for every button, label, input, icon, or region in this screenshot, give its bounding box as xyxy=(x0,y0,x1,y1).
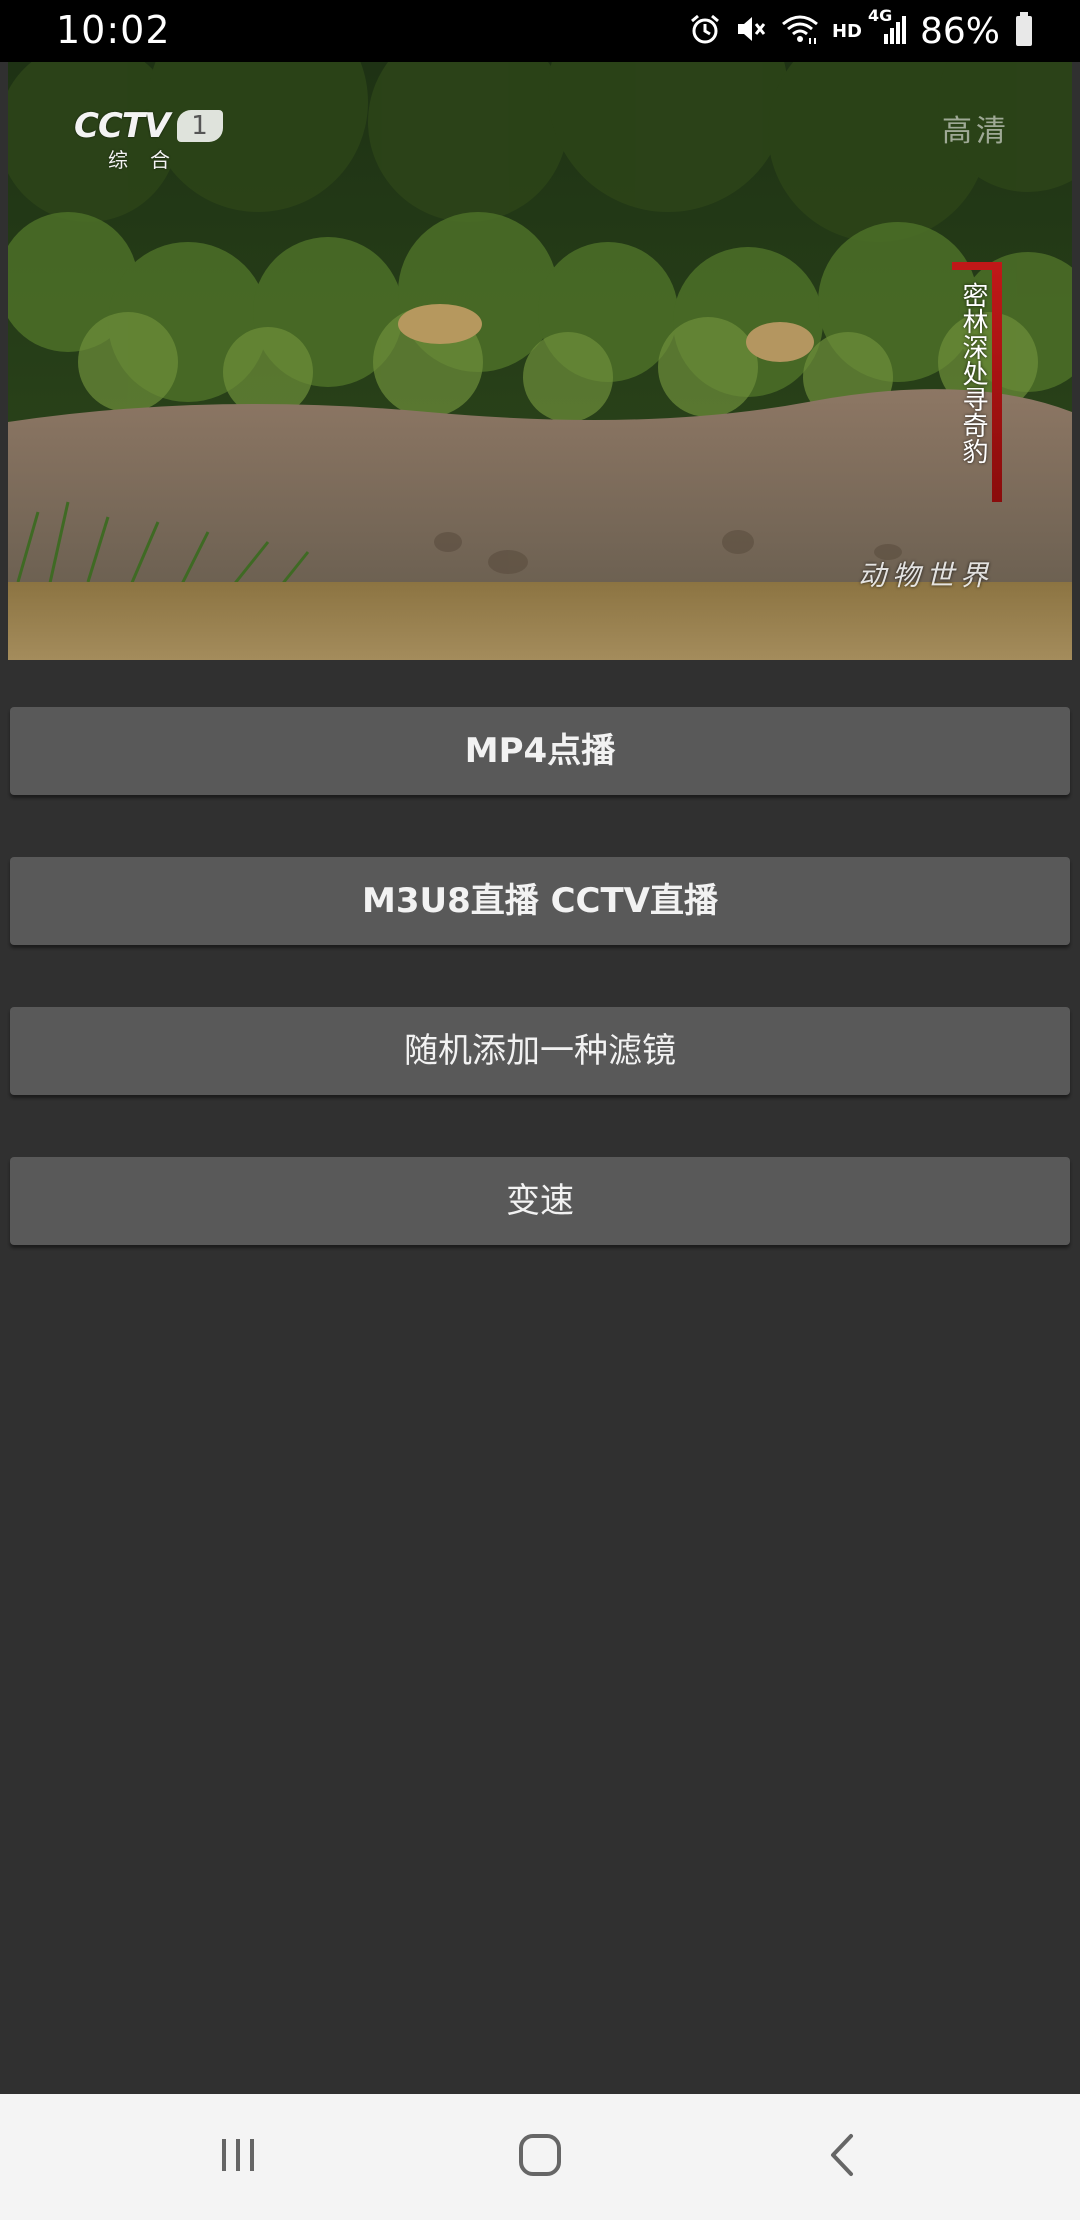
m3u8-live-button[interactable]: M3U8直播 CCTV直播 xyxy=(10,857,1070,945)
program-title: 密林深处寻奇豹 xyxy=(958,282,988,464)
speed-change-button[interactable]: 变速 xyxy=(10,1157,1070,1245)
mp4-vod-button[interactable]: MP4点播 xyxy=(10,707,1070,795)
back-icon xyxy=(827,2132,857,2182)
video-player[interactable]: CCTV 1 综合 高清 密林深处寻奇豹 动物世界 xyxy=(8,62,1072,660)
recents-button[interactable] xyxy=(138,2094,338,2220)
mute-icon xyxy=(734,12,768,50)
battery-icon xyxy=(1016,12,1032,46)
channel-logo: CCTV 1 综合 xyxy=(74,106,223,173)
signal-icon: 4G xyxy=(868,6,908,50)
status-time: 10:02 xyxy=(56,8,171,52)
wifi-icon xyxy=(780,12,820,50)
status-icons: HD 4G 86% xyxy=(688,6,1032,54)
back-button[interactable] xyxy=(742,2094,942,2220)
network-label: 4G xyxy=(867,6,893,25)
battery-percent: 86% xyxy=(919,10,1000,52)
quality-badge: 高清 xyxy=(942,114,1010,149)
navigation-bar xyxy=(0,2094,1080,2220)
channel-logo-text: CCTV xyxy=(74,106,170,146)
hd-label: HD xyxy=(831,20,862,42)
random-filter-button[interactable]: 随机添加一种滤镜 xyxy=(10,1007,1070,1095)
channel-number: 1 xyxy=(176,110,223,142)
status-bar: 10:02 HD 4G 86% xyxy=(0,0,1080,62)
title-accent-bar xyxy=(952,262,992,270)
alarm-icon xyxy=(688,12,722,50)
recents-icon xyxy=(216,2135,260,2179)
home-icon xyxy=(517,2132,563,2182)
home-button[interactable] xyxy=(440,2094,640,2220)
program-watermark: 动物世界 xyxy=(857,559,994,592)
channel-sub: 综合 xyxy=(108,148,192,172)
title-accent-bar-vertical xyxy=(992,262,1002,502)
